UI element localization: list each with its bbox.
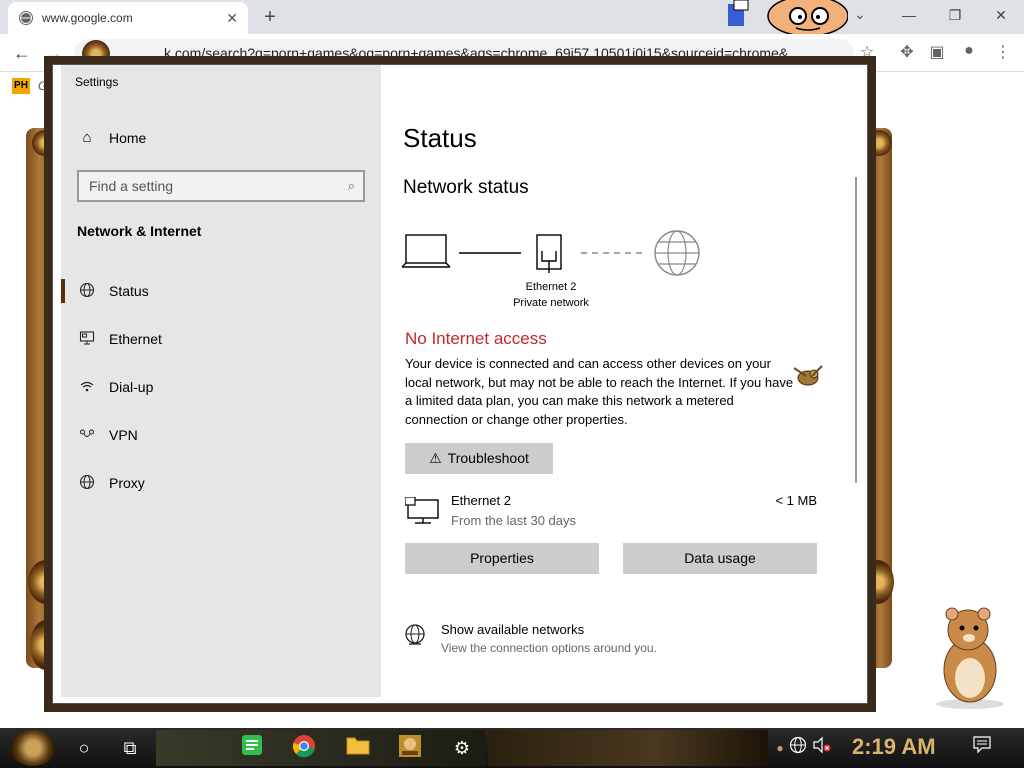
search-placeholder: Find a setting [89, 178, 174, 194]
cartoon-face-sticker [728, 0, 849, 37]
vpn-icon [77, 426, 97, 445]
bookmark-label[interactable]: Gi [38, 79, 50, 93]
data-usage-button[interactable]: Data usage [623, 543, 817, 574]
sidebar-item-label: Dial-up [109, 379, 154, 395]
settings-window: ⌂ Home Find a setting ⌕ Network & Intern… [52, 64, 868, 704]
sidebar-item-proxy[interactable]: Proxy [61, 463, 381, 503]
settings-content: Status Network status Ethernet 2 Private… [381, 65, 861, 697]
address-url-text: k.com/search?q=porn+games&oq=porn+games&… [164, 45, 789, 61]
browser-tab-bar: www.google.com ✕ + ⌄ — ❐ ✕ [0, 0, 1024, 37]
sidebar-home[interactable]: ⌂ Home [77, 129, 146, 146]
show-networks-link[interactable]: Show available networks [441, 622, 584, 637]
sidebar-item-label: Proxy [109, 475, 145, 491]
volume-muted-icon[interactable] [808, 734, 836, 762]
adapter-name: Ethernet 2 [525, 281, 577, 293]
taskbar: ○ ⧉ ⚙ ● 2:19 AM [0, 728, 1024, 768]
show-networks-globe-icon [403, 623, 427, 653]
search-icon: ⌕ [347, 178, 355, 193]
notification-icon[interactable] [968, 734, 996, 762]
adapter-caption: Ethernet 2 Private network [499, 279, 603, 311]
content-scrollbar[interactable] [855, 177, 857, 483]
task-view-icon[interactable]: ⧉ [116, 734, 144, 762]
start-button[interactable] [10, 730, 56, 766]
properties-button[interactable]: Properties [405, 543, 599, 574]
forward-arrow-icon[interactable]: → [42, 41, 66, 65]
file-explorer-icon[interactable] [344, 734, 372, 762]
hamster-sticker [936, 607, 1004, 709]
sidebar-item-label: Status [109, 283, 149, 299]
ph-bookmark-icon[interactable]: PH [12, 78, 30, 94]
taskbar-decor-strip [488, 730, 768, 766]
tab-title: www.google.com [42, 11, 133, 25]
browser-restore-button[interactable]: ❐ [932, 0, 978, 30]
gear-decor-icon [866, 130, 892, 156]
side-panel-icon[interactable]: ▣ [926, 42, 948, 64]
globe-favicon-icon [19, 11, 33, 25]
page-title: Status [403, 123, 477, 153]
ethernet-connection-icon [405, 497, 439, 524]
chrome-icon[interactable] [290, 734, 318, 762]
profile-avatar-icon[interactable]: ● [958, 42, 980, 64]
proxy-globe-icon [77, 474, 97, 493]
network-status-heading: Network status [403, 177, 529, 198]
tab-search-dropdown[interactable]: ⌄ [854, 6, 866, 23]
tab-close-button[interactable]: ✕ [226, 10, 238, 27]
extensions-puzzle-icon[interactable]: ✥ [896, 42, 918, 64]
sidebar-section-title: Network & Internet [77, 223, 202, 239]
sidebar-item-label: VPN [109, 427, 138, 443]
taskbar-clock[interactable]: 2:19 AM [852, 734, 936, 760]
no-internet-heading: No Internet access [405, 329, 547, 348]
dialup-icon [77, 378, 97, 397]
window-title: Settings [75, 75, 119, 89]
new-tab-button[interactable]: + [258, 6, 282, 29]
globe-status-icon [77, 282, 97, 301]
sidebar-item-vpn[interactable]: VPN [61, 415, 381, 455]
connection-period: From the last 30 days [451, 513, 576, 528]
steampunk-bird-decor [793, 365, 823, 386]
back-arrow-icon[interactable]: ← [10, 41, 34, 65]
notes-app-icon[interactable] [238, 734, 266, 762]
browser-close-button[interactable]: ✕ [978, 0, 1024, 30]
find-setting-input[interactable]: Find a setting ⌕ [77, 170, 365, 202]
taskbar-app-strip [156, 730, 486, 766]
adapter-profile: Private network [513, 297, 589, 309]
sidebar-item-status[interactable]: Status [61, 271, 381, 311]
browser-tab[interactable]: www.google.com ✕ [8, 2, 248, 34]
settings-sidebar: ⌂ Home Find a setting ⌕ Network & Intern… [61, 65, 381, 697]
troubleshoot-button[interactable]: ⚠ Troubleshoot [405, 443, 553, 474]
laptop-icon [401, 234, 451, 268]
status-description: Your device is connected and can access … [405, 356, 794, 427]
sidebar-item-dialup[interactable]: Dial-up [61, 367, 381, 407]
show-networks-subtitle: View the connection options around you. [441, 641, 657, 655]
bookmark-star-icon[interactable]: ☆ [856, 42, 878, 64]
game-app-icon[interactable] [396, 734, 424, 762]
warning-icon: ⚠ [429, 450, 442, 466]
internet-globe-icon [654, 230, 700, 276]
connection-usage: < 1 MB [775, 493, 817, 508]
menu-kebab-icon[interactable]: ⋮ [992, 42, 1014, 64]
sidebar-item-ethernet[interactable]: Ethernet [61, 319, 381, 359]
home-label: Home [109, 129, 147, 146]
settings-gear-icon[interactable]: ⚙ [448, 734, 476, 762]
sidebar-item-label: Ethernet [109, 331, 162, 347]
browser-minimize-button[interactable]: — [886, 0, 932, 30]
ethernet-port-icon [536, 234, 562, 273]
connection-name: Ethernet 2 [451, 493, 511, 508]
address-bar[interactable]: k.com/search?q=porn+games&oq=porn+games&… [74, 39, 854, 67]
home-icon: ⌂ [82, 129, 92, 146]
cortana-circle-icon[interactable]: ○ [70, 734, 98, 762]
troubleshoot-label: Troubleshoot [447, 450, 529, 466]
ethernet-icon [77, 330, 97, 349]
